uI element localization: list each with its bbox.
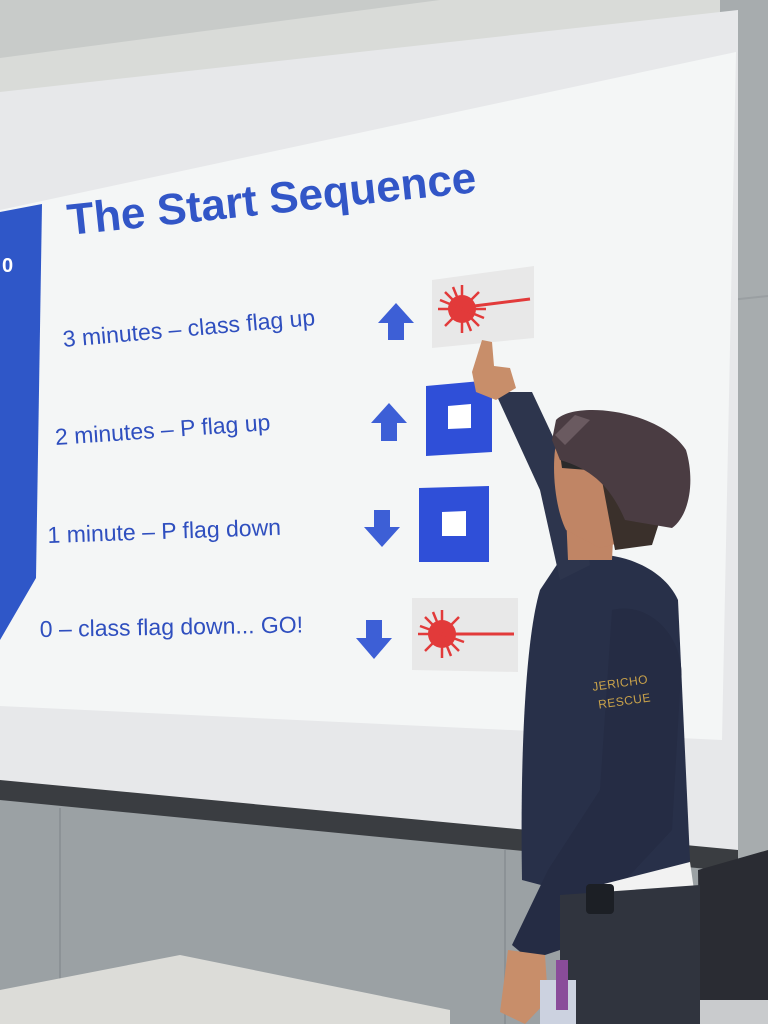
photo-scene: 0 xyxy=(0,0,768,1024)
svg-text:0: 0 xyxy=(2,255,13,277)
p-flag-icon xyxy=(419,486,489,562)
step-0-go: 0 – class flag down... GO! xyxy=(39,611,304,643)
chair xyxy=(698,850,768,1010)
class-flag-icon xyxy=(412,598,518,672)
class-flag-icon xyxy=(432,266,534,348)
